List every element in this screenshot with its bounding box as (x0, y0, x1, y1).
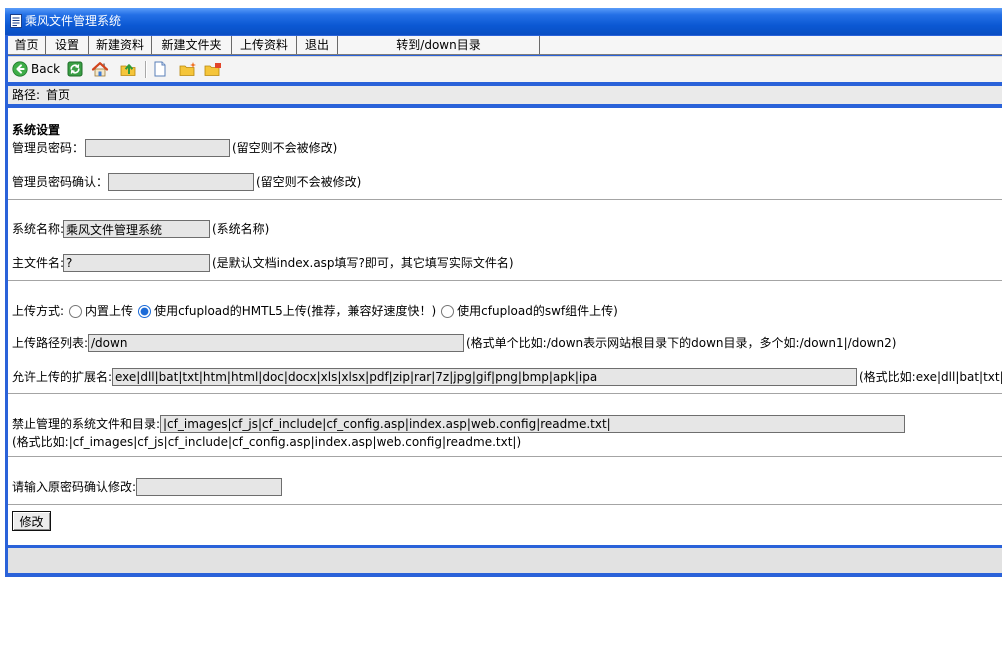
menu-item-upload[interactable]: 上传资料 (232, 36, 297, 54)
section-divider (8, 280, 1002, 281)
menu-item-logout[interactable]: 退出 (297, 36, 338, 54)
main-file-input[interactable] (63, 254, 210, 272)
allowed-extensions-input[interactable] (112, 368, 857, 386)
settings-heading: 系统设置 (12, 123, 61, 137)
upload-mode-row: 上传方式: 内置上传 使用cfupload的HMTL5上传(推荐，兼容好速度快！… (12, 302, 1002, 320)
protected-files-hint-row: (格式比如:|cf_images|cf_js|cf_include|cf_con… (12, 434, 1002, 450)
section-divider (8, 199, 1002, 200)
allowed-extensions-row: 允许上传的扩展名: (格式比如:exe|dll|bat|txt|h (12, 368, 1002, 386)
settings-panel: 系统设置 管理员密码： (留空则不会被修改) 管理员密码确认： (留空则不会被修… (8, 108, 1002, 545)
menu-item-new-document[interactable]: 新建资料 (89, 36, 152, 54)
section-divider (8, 504, 1002, 505)
upload-paths-input[interactable] (88, 334, 464, 352)
admin-password-label: 管理员密码： (12, 141, 85, 155)
new-folder-icon[interactable] (179, 61, 197, 77)
upload-mode-label: 上传方式: (12, 304, 65, 318)
allowed-extensions-label: 允许上传的扩展名: (12, 370, 113, 384)
upload-paths-row: 上传路径列表: (格式单个比如:/down表示网站根目录下的down目录，多个如… (12, 334, 1002, 352)
toolbar: Back (8, 56, 1002, 82)
folder-icon[interactable] (204, 61, 222, 77)
admin-password-confirm-row: 管理员密码确认： (留空则不会被修改) (12, 173, 1002, 191)
allowed-extensions-hint: (格式比如:exe|dll|bat|txt|h (859, 370, 1002, 384)
system-name-row: 系统名称: (系统名称) (12, 220, 1002, 238)
back-button[interactable]: Back (12, 61, 60, 77)
upload-paths-hint: (格式单个比如:/down表示网站根目录下的down目录，多个如:/down1|… (466, 336, 897, 350)
admin-password-confirm-hint: (留空则不会被修改) (256, 175, 362, 189)
main-file-row: 主文件名: (是默认文档index.asp填写?即可，其它填写实际文件名) (12, 254, 1002, 272)
submit-button[interactable]: 修改 (12, 511, 51, 531)
app-icon (10, 14, 22, 28)
menu-item-new-folder[interactable]: 新建文件夹 (152, 36, 232, 54)
page-root: 乘风文件管理系统 首页 设置 新建资料 新建文件夹 上传资料 退出 转到/dow… (0, 0, 1002, 653)
window-frame: 乘风文件管理系统 首页 设置 新建资料 新建文件夹 上传资料 退出 转到/dow… (5, 8, 1002, 577)
confirm-old-password-input[interactable] (136, 478, 282, 496)
up-folder-icon[interactable] (120, 61, 136, 77)
confirm-old-password-row: 请输入原密码确认修改: (12, 478, 1002, 496)
back-icon (12, 61, 28, 77)
menu-bar: 首页 设置 新建资料 新建文件夹 上传资料 退出 转到/down目录 (8, 36, 1002, 55)
protected-files-hint: (格式比如:|cf_images|cf_js|cf_include|cf_con… (12, 435, 522, 449)
protected-files-input[interactable] (160, 415, 905, 433)
path-bar: 路径: 首页 (8, 86, 1002, 104)
back-label: Back (31, 62, 61, 76)
system-name-label: 系统名称: (12, 222, 65, 236)
section-divider (8, 393, 1002, 394)
upload-mode-radio-swf[interactable] (441, 304, 455, 318)
upload-mode-radio-html5[interactable] (138, 304, 152, 318)
upload-paths-label: 上传路径列表: (12, 336, 89, 350)
footer-bar (8, 548, 1002, 573)
title-bar: 乘风文件管理系统 (5, 8, 1002, 35)
refresh-icon[interactable] (67, 61, 83, 77)
path-label: 路径: (12, 88, 41, 102)
menu-item-settings[interactable]: 设置 (46, 36, 89, 54)
confirm-old-password-label: 请输入原密码确认修改: (12, 480, 137, 494)
goto-down-link[interactable]: 转到/down目录 (338, 36, 540, 54)
admin-password-input[interactable] (85, 139, 230, 157)
protected-files-label: 禁止管理的系统文件和目录: (12, 417, 161, 431)
main-file-hint: (是默认文档index.asp填写?即可，其它填写实际文件名) (212, 256, 514, 270)
upload-mode-option-swf: 使用cfupload的swf组件上传) (457, 304, 618, 318)
upload-mode-radio-builtin[interactable] (69, 304, 83, 318)
admin-password-confirm-input[interactable] (108, 173, 254, 191)
admin-password-hint: (留空则不会被修改) (232, 141, 338, 155)
path-value: 首页 (46, 88, 71, 102)
system-name-hint: (系统名称) (212, 222, 270, 236)
section-divider (8, 456, 1002, 457)
upload-mode-option-html5: 使用cfupload的HMTL5上传(推荐，兼容好速度快！) (154, 304, 437, 318)
home-icon[interactable] (91, 61, 109, 77)
new-file-icon[interactable] (152, 61, 168, 77)
system-name-input[interactable] (63, 220, 210, 238)
admin-password-confirm-label: 管理员密码确认： (12, 175, 109, 189)
protected-files-row: 禁止管理的系统文件和目录: (12, 415, 1002, 433)
main-file-label: 主文件名: (12, 256, 65, 270)
admin-password-row: 管理员密码： (留空则不会被修改) (12, 139, 1002, 157)
menu-item-home[interactable]: 首页 (8, 36, 46, 54)
upload-mode-option-builtin: 内置上传 (85, 304, 134, 318)
window-title: 乘风文件管理系统 (25, 14, 122, 28)
toolbar-separator (145, 61, 147, 78)
